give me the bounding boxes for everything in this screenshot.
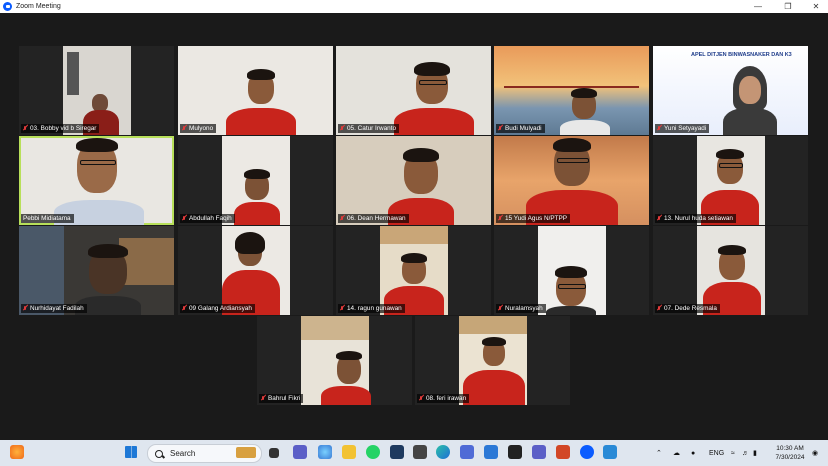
teams-chat-icon[interactable] — [293, 445, 307, 459]
file-explorer-icon[interactable] — [342, 445, 356, 459]
participant-name: 13. Nurul huda setiawan — [655, 214, 736, 223]
minimize-icon[interactable]: — — [748, 0, 768, 13]
video-tile[interactable]: Abdullah Faqih — [178, 136, 333, 225]
participant-name: Mulyono — [180, 124, 217, 133]
maximize-icon[interactable]: ❐ — [778, 0, 798, 13]
banner-title: APEL DITJEN BINWASNAKER DAN K3 — [691, 52, 792, 58]
participant-name: 06. Dean Hermawan — [338, 214, 409, 223]
zoom-app-icon — [3, 2, 12, 11]
windows-start-icon[interactable] — [125, 446, 137, 458]
network-vpn-icon[interactable]: ☁ — [673, 440, 680, 466]
active-speaker-tile[interactable]: Pebbi Midiatama — [19, 136, 174, 225]
window-titlebar: Zoom Meeting — ❐ ✕ — [0, 0, 828, 13]
muted-mic-icon — [182, 305, 186, 312]
app-icon[interactable] — [413, 445, 427, 459]
close-icon[interactable]: ✕ — [806, 0, 826, 13]
search-icon — [155, 449, 163, 458]
muted-mic-icon — [498, 305, 502, 312]
zoom-taskbar-icon[interactable] — [580, 445, 594, 459]
participant-name: Nuralamsyah — [496, 304, 546, 313]
windows-taskbar: Search ⌃ ☁ ● ENG ≈ ♬ ▮ 10:30 AM 7/30/202… — [0, 440, 828, 466]
app-icon[interactable] — [484, 445, 498, 459]
participant-name: Bahrul Fikri — [259, 394, 304, 403]
microphone-icon[interactable]: ● — [691, 440, 695, 466]
clock-time: 10:30 AM — [776, 445, 804, 452]
video-tile[interactable]: 08. feri irawan — [415, 316, 570, 405]
battery-icon[interactable]: ▮ — [753, 440, 757, 466]
notification-icon[interactable]: ◉ — [812, 440, 818, 466]
muted-mic-icon — [23, 125, 27, 132]
video-tile[interactable]: 09 Galang Ardiansyah — [178, 226, 333, 315]
clock-date: 7/30/2024 — [775, 454, 805, 461]
app-icon[interactable] — [508, 445, 522, 459]
teams-icon[interactable] — [532, 445, 546, 459]
search-label: Search — [170, 449, 196, 458]
video-tile[interactable]: 03. Bobby vid b Siregar — [19, 46, 174, 135]
muted-mic-icon — [182, 215, 186, 222]
participant-name: Abdullah Faqih — [180, 214, 235, 223]
taskbar-clock[interactable]: 10:30 AM 7/30/2024 — [768, 444, 812, 462]
whatsapp-icon[interactable] — [366, 445, 380, 459]
participant-name: Pebbi Midiatama — [21, 214, 74, 223]
video-tile[interactable]: 13. Nurul huda setiawan — [653, 136, 808, 225]
muted-mic-icon — [23, 305, 27, 312]
app-icon[interactable] — [603, 445, 617, 459]
video-tile[interactable]: Budi Mulyadi — [494, 46, 649, 135]
video-tile[interactable]: Nuralamsyah — [494, 226, 649, 315]
muted-mic-icon — [498, 125, 502, 132]
muted-mic-icon — [182, 125, 186, 132]
video-tile[interactable]: APEL DITJEN BINWASNAKER DAN K3 Yuni Sety… — [653, 46, 808, 135]
muted-mic-icon — [657, 305, 661, 312]
app-icon[interactable] — [460, 445, 474, 459]
video-tile[interactable]: Bahrul Fikri — [257, 316, 412, 405]
task-view-icon[interactable] — [269, 448, 279, 458]
muted-mic-icon — [657, 125, 661, 132]
participant-name: 14. ragun gunawan — [338, 304, 405, 313]
participant-name: 15 Yudi Agus N/PTPP — [496, 214, 571, 223]
video-tile[interactable]: 15 Yudi Agus N/PTPP — [494, 136, 649, 225]
participant-name: 07. Dede Resmala — [655, 304, 720, 313]
video-tile[interactable]: 07. Dede Resmala — [653, 226, 808, 315]
window-title: Zoom Meeting — [16, 3, 61, 10]
muted-mic-icon — [419, 395, 423, 402]
video-tile[interactable]: 14. ragun gunawan — [336, 226, 491, 315]
video-gallery: 03. Bobby vid b Siregar Mulyono 05. Catu… — [0, 13, 828, 438]
muted-mic-icon — [261, 395, 265, 402]
wifi-icon[interactable]: ≈ — [731, 440, 735, 466]
muted-mic-icon — [340, 215, 344, 222]
copilot-icon[interactable] — [318, 445, 332, 459]
volume-icon[interactable]: ♬ — [742, 440, 749, 466]
edge-icon[interactable] — [436, 445, 450, 459]
participant-name: Nurhidayat Fadilah — [21, 304, 87, 313]
participant-name: 08. feri irawan — [417, 394, 470, 403]
search-highlight-icon — [236, 447, 256, 458]
tray-chevron-icon[interactable]: ⌃ — [656, 440, 662, 466]
muted-mic-icon — [657, 215, 661, 222]
participant-name: 03. Bobby vid b Siregar — [21, 124, 100, 133]
participant-name: 09 Galang Ardiansyah — [180, 304, 255, 313]
language-indicator[interactable]: ENG — [709, 440, 724, 466]
video-tile[interactable]: Mulyono — [178, 46, 333, 135]
video-tile[interactable]: 05. Catur Irwanto — [336, 46, 491, 135]
muted-mic-icon — [340, 125, 344, 132]
video-tile[interactable]: Nurhidayat Fadilah — [19, 226, 174, 315]
weather-icon[interactable] — [10, 445, 24, 459]
participant-name: 05. Catur Irwanto — [338, 124, 400, 133]
powerpoint-icon[interactable] — [556, 445, 570, 459]
participant-name: Yuni Setyayadi — [655, 124, 710, 133]
video-tile[interactable]: 06. Dean Hermawan — [336, 136, 491, 225]
muted-mic-icon — [498, 215, 502, 222]
participant-name: Budi Mulyadi — [496, 124, 545, 133]
muted-mic-icon — [340, 305, 344, 312]
store-icon[interactable] — [390, 445, 404, 459]
